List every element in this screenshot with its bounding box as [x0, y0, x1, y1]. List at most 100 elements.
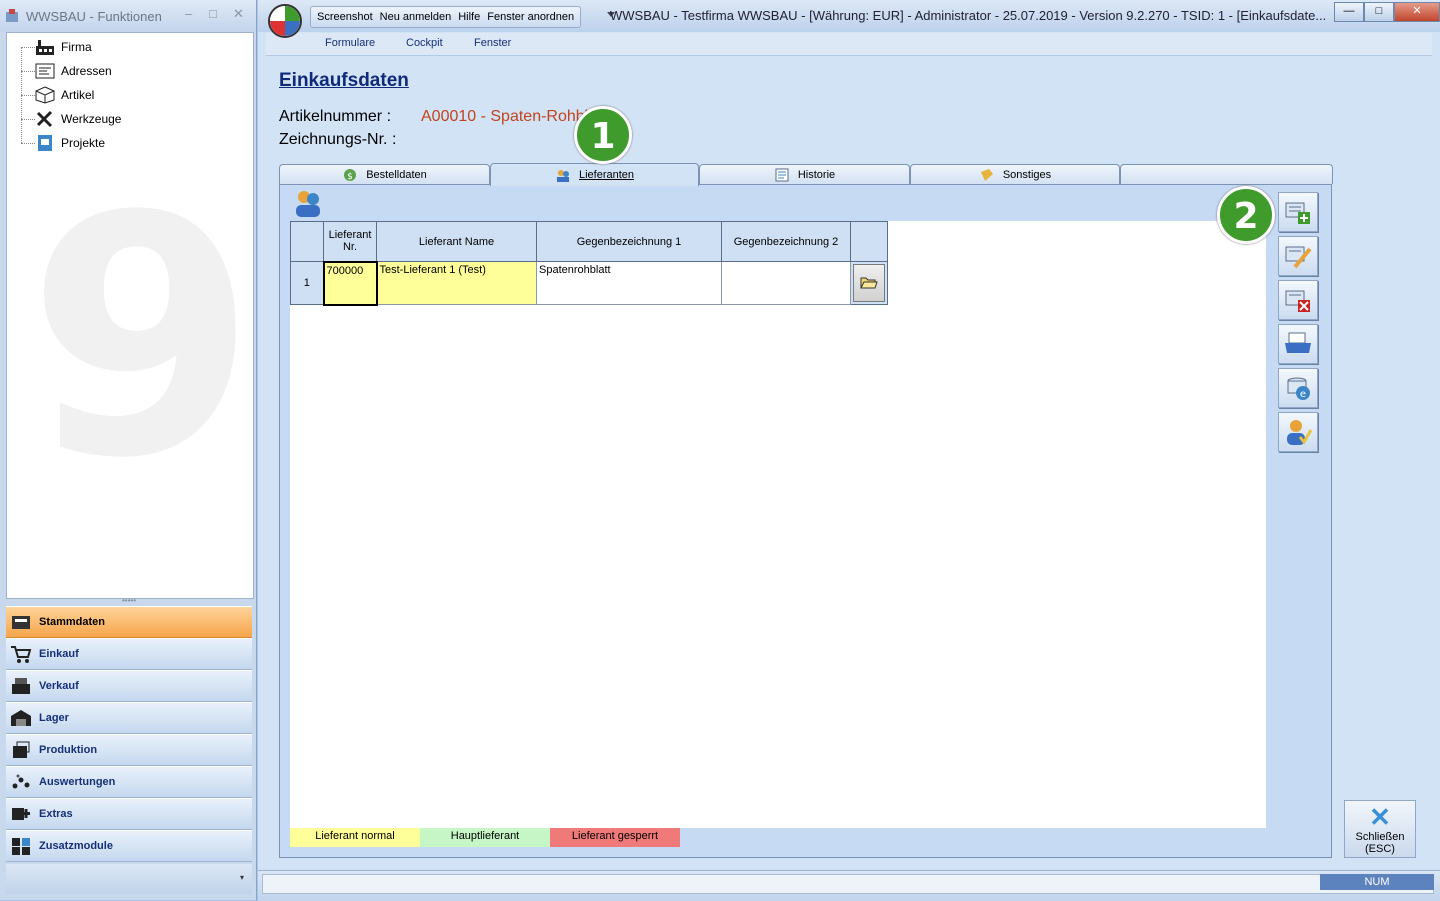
add-record-icon [1285, 202, 1310, 224]
tree-item-label: Adressen [61, 64, 112, 78]
tab-label: Bestelldaten [366, 168, 427, 181]
tree-item-label: Firma [61, 40, 92, 54]
money-icon: $ [344, 168, 357, 182]
history-icon [775, 168, 789, 181]
step-badge-1: 1 [574, 106, 632, 164]
tab-empty [1120, 164, 1333, 184]
tab-label: Historie [797, 168, 836, 181]
delete-supplier-button[interactable] [1278, 280, 1318, 320]
close-button[interactable]: ✕ [233, 6, 244, 22]
cash-register-icon [12, 678, 30, 694]
app-orb-button[interactable] [268, 4, 302, 38]
suppliers-group-icon [296, 191, 320, 217]
tree-item-artikel[interactable]: Artikel [21, 85, 94, 105]
app-icon [6, 9, 18, 22]
tree-item-projekte[interactable]: Projekte [21, 133, 105, 153]
folder-open-icon [860, 277, 878, 289]
legend-hauptlieferant: Hauptlieferant [420, 828, 550, 847]
svg-text:e: e [1300, 389, 1306, 400]
menu-cockpit[interactable]: Cockpit [406, 37, 443, 49]
panel-splitter[interactable]: ••••• [6, 597, 252, 605]
tree-item-firma[interactable]: Firma [21, 37, 92, 57]
qat-hilfe[interactable]: Hilfe [458, 11, 480, 23]
col-gegenbezeichnung-1[interactable]: Gegenbezeichnung 1 [536, 221, 722, 262]
row-header-corner [290, 221, 324, 262]
tab-label: Lieferanten [578, 169, 635, 181]
assign-user-button[interactable] [1278, 412, 1318, 452]
tab-sonstiges[interactable]: Sonstiges [910, 164, 1120, 184]
tree-item-werkzeuge[interactable]: Werkzeuge [21, 109, 121, 129]
function-tree: 9 Firma Adressen Artikel Werkzeuge Proje… [6, 32, 254, 599]
tree-item-label: Werkzeuge [61, 112, 122, 126]
col-gegenbezeichnung-2[interactable]: Gegenbezeichnung 2 [721, 221, 851, 262]
qat-neu-anmelden[interactable]: Neu anmelden [380, 11, 452, 23]
row-number[interactable]: 1 [290, 261, 324, 305]
nav-einkauf[interactable]: Einkauf [6, 638, 252, 670]
close-button-label: Schließen [1355, 831, 1405, 843]
minimize-button[interactable]: – [185, 6, 192, 21]
main-titlebar: Screenshot Neu anmelden Hilfe Fenster an… [258, 0, 1440, 32]
functions-titlebar: WWSBAU - Funktionen – □ ✕ [0, 0, 256, 32]
legend-lieferant-gesperrt: Lieferant gesperrt [550, 828, 680, 847]
version-watermark: 9 [27, 146, 254, 530]
cell-gegenbezeichnung-2[interactable] [721, 261, 851, 305]
qat-fenster-anordnen[interactable]: Fenster anordnen [487, 11, 574, 23]
tab-bestelldaten[interactable]: $ Bestelldaten [279, 164, 490, 184]
table-row[interactable]: 1 700000 Test-Lieferant 1 (Test) Spatenr… [290, 260, 888, 306]
analytics-icon [12, 774, 30, 789]
add-supplier-button[interactable] [1278, 192, 1318, 232]
cell-gegenbezeichnung-1[interactable]: Spatenrohblatt [536, 261, 722, 305]
nav-auswertungen[interactable]: Auswertungen [6, 766, 252, 798]
nav-lager[interactable]: Lager [6, 702, 252, 734]
refresh-button[interactable]: e [1278, 368, 1318, 408]
production-icon [13, 741, 30, 758]
cell-lieferant-nr[interactable]: 700000 [322, 260, 378, 306]
num-lock-indicator: NUM [1320, 874, 1434, 890]
maximize-button[interactable]: □ [1364, 2, 1394, 22]
step-badge-2: 2 [1217, 186, 1275, 244]
status-bar [258, 870, 1440, 901]
tab-lieferanten[interactable]: Lieferanten [490, 163, 699, 186]
tree-item-label: Artikel [61, 88, 95, 102]
address-card-icon [35, 63, 55, 79]
nav-zusatzmodule[interactable]: Zusatzmodule [6, 830, 252, 862]
nav-verkauf[interactable]: Verkauf [6, 670, 252, 702]
qat-screenshot[interactable]: Screenshot [317, 11, 373, 23]
legend-lieferant-normal: Lieferant normal [290, 828, 420, 847]
minimize-button[interactable]: — [1334, 2, 1364, 22]
artikelnummer-label: Artikelnummer : [279, 108, 392, 125]
status-field [262, 874, 1434, 894]
tree-connector [21, 46, 35, 48]
nav-produktion[interactable]: Produktion [6, 734, 252, 766]
suppliers-icon [556, 170, 569, 182]
print-button[interactable] [1278, 324, 1318, 364]
extras-icon [12, 808, 30, 820]
chevron-down-icon[interactable]: ▾ [240, 873, 244, 882]
nav-extras[interactable]: Extras [6, 798, 252, 830]
cell-action [850, 261, 888, 305]
table-header-row: Lieferant Nr. Lieferant Name Gegenbezeic… [290, 221, 888, 262]
menu-fenster[interactable]: Fenster [474, 37, 511, 49]
close-button[interactable]: ✕ [1394, 2, 1440, 22]
tree-item-adressen[interactable]: Adressen [21, 61, 112, 81]
delete-record-icon [1285, 290, 1310, 312]
menu-formulare[interactable]: Formulare [325, 37, 375, 49]
tree-item-label: Projekte [61, 136, 106, 150]
window-title: WWSBAU - Testfirma WWSBAU - [Währung: EU… [610, 8, 1327, 23]
edit-supplier-button[interactable] [1278, 236, 1318, 276]
page-title: Einkaufsdaten [279, 70, 409, 91]
tab-historie[interactable]: Historie [699, 164, 910, 184]
nav-overflow-bar[interactable]: ▾ [6, 864, 252, 894]
project-icon [38, 135, 52, 151]
nav-stammdaten[interactable]: Stammdaten [6, 606, 252, 638]
menu-bar: Formulare Cockpit Fenster [266, 33, 1432, 56]
maximize-button[interactable]: □ [209, 6, 217, 21]
cell-lieferant-name[interactable]: Test-Lieferant 1 (Test) [376, 261, 537, 305]
col-lieferant-name[interactable]: Lieferant Name [376, 221, 537, 262]
close-window-button[interactable]: ✕ Schließen (ESC) [1344, 800, 1416, 858]
col-lieferant-nr[interactable]: Lieferant Nr. [323, 221, 377, 262]
factory-icon [36, 40, 54, 55]
nav-label: Stammdaten [39, 616, 106, 628]
tab-label: Sonstiges [1002, 168, 1052, 181]
open-supplier-button[interactable] [853, 264, 885, 302]
